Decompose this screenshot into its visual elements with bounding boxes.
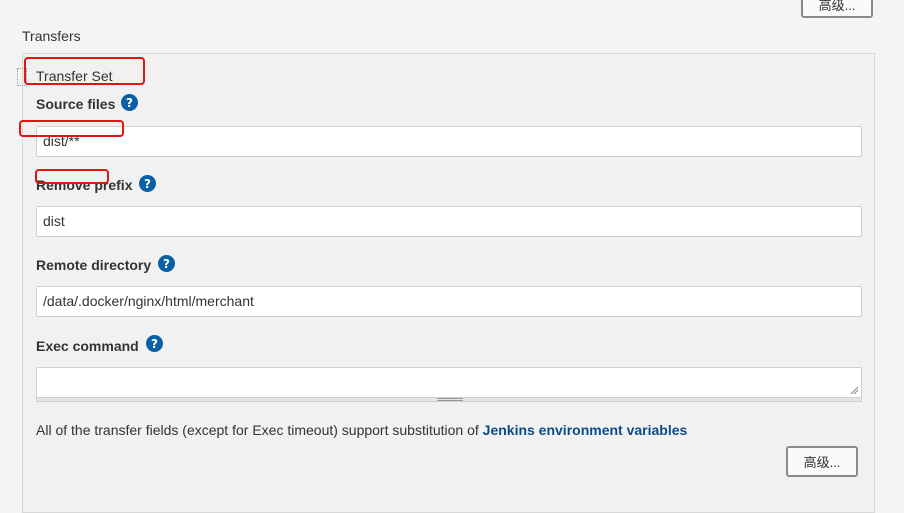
remote-directory-label: Remote directory [36, 257, 152, 273]
bottom-advanced-button-label: 高级... [803, 455, 841, 470]
annotation-box-source-files [19, 120, 124, 137]
help-glyph: ? [163, 256, 170, 271]
annotation-box-transfer-set [24, 57, 145, 85]
remove-prefix-value: dist [43, 213, 65, 229]
source-files-label: Source files [36, 96, 116, 112]
substitution-note-text: All of the transfer fields (except for E… [36, 422, 483, 438]
top-advanced-button[interactable]: 高级... [801, 0, 873, 18]
expand-handle-grip-icon [437, 398, 463, 401]
transfers-title: Transfers [22, 28, 81, 44]
transfer-set-panel [22, 53, 875, 513]
annotation-box-remove-prefix [35, 169, 109, 184]
jenkins-env-vars-link[interactable]: Jenkins environment variables [483, 422, 688, 438]
remove-prefix-help-icon[interactable]: ? [139, 175, 156, 192]
top-advanced-button-label: 高级... [818, 0, 856, 13]
source-files-input[interactable]: dist/** [36, 126, 862, 157]
help-glyph: ? [126, 95, 133, 110]
source-files-help-icon[interactable]: ? [121, 94, 138, 111]
exec-command-label: Exec command [36, 338, 139, 354]
remote-directory-value: /data/.docker/nginx/html/merchant [43, 293, 254, 309]
bottom-advanced-button[interactable]: 高级... [786, 446, 858, 477]
remote-directory-help-icon[interactable]: ? [158, 255, 175, 272]
help-glyph: ? [151, 336, 158, 351]
exec-command-help-icon[interactable]: ? [146, 335, 163, 352]
resize-grip-icon[interactable] [849, 385, 859, 395]
remove-prefix-input[interactable]: dist [36, 206, 862, 237]
textarea-expand-handle[interactable] [36, 397, 862, 402]
help-glyph: ? [144, 176, 151, 191]
substitution-note: All of the transfer fields (except for E… [36, 422, 687, 438]
remote-directory-input[interactable]: /data/.docker/nginx/html/merchant [36, 286, 862, 317]
exec-command-textarea[interactable] [36, 367, 862, 398]
